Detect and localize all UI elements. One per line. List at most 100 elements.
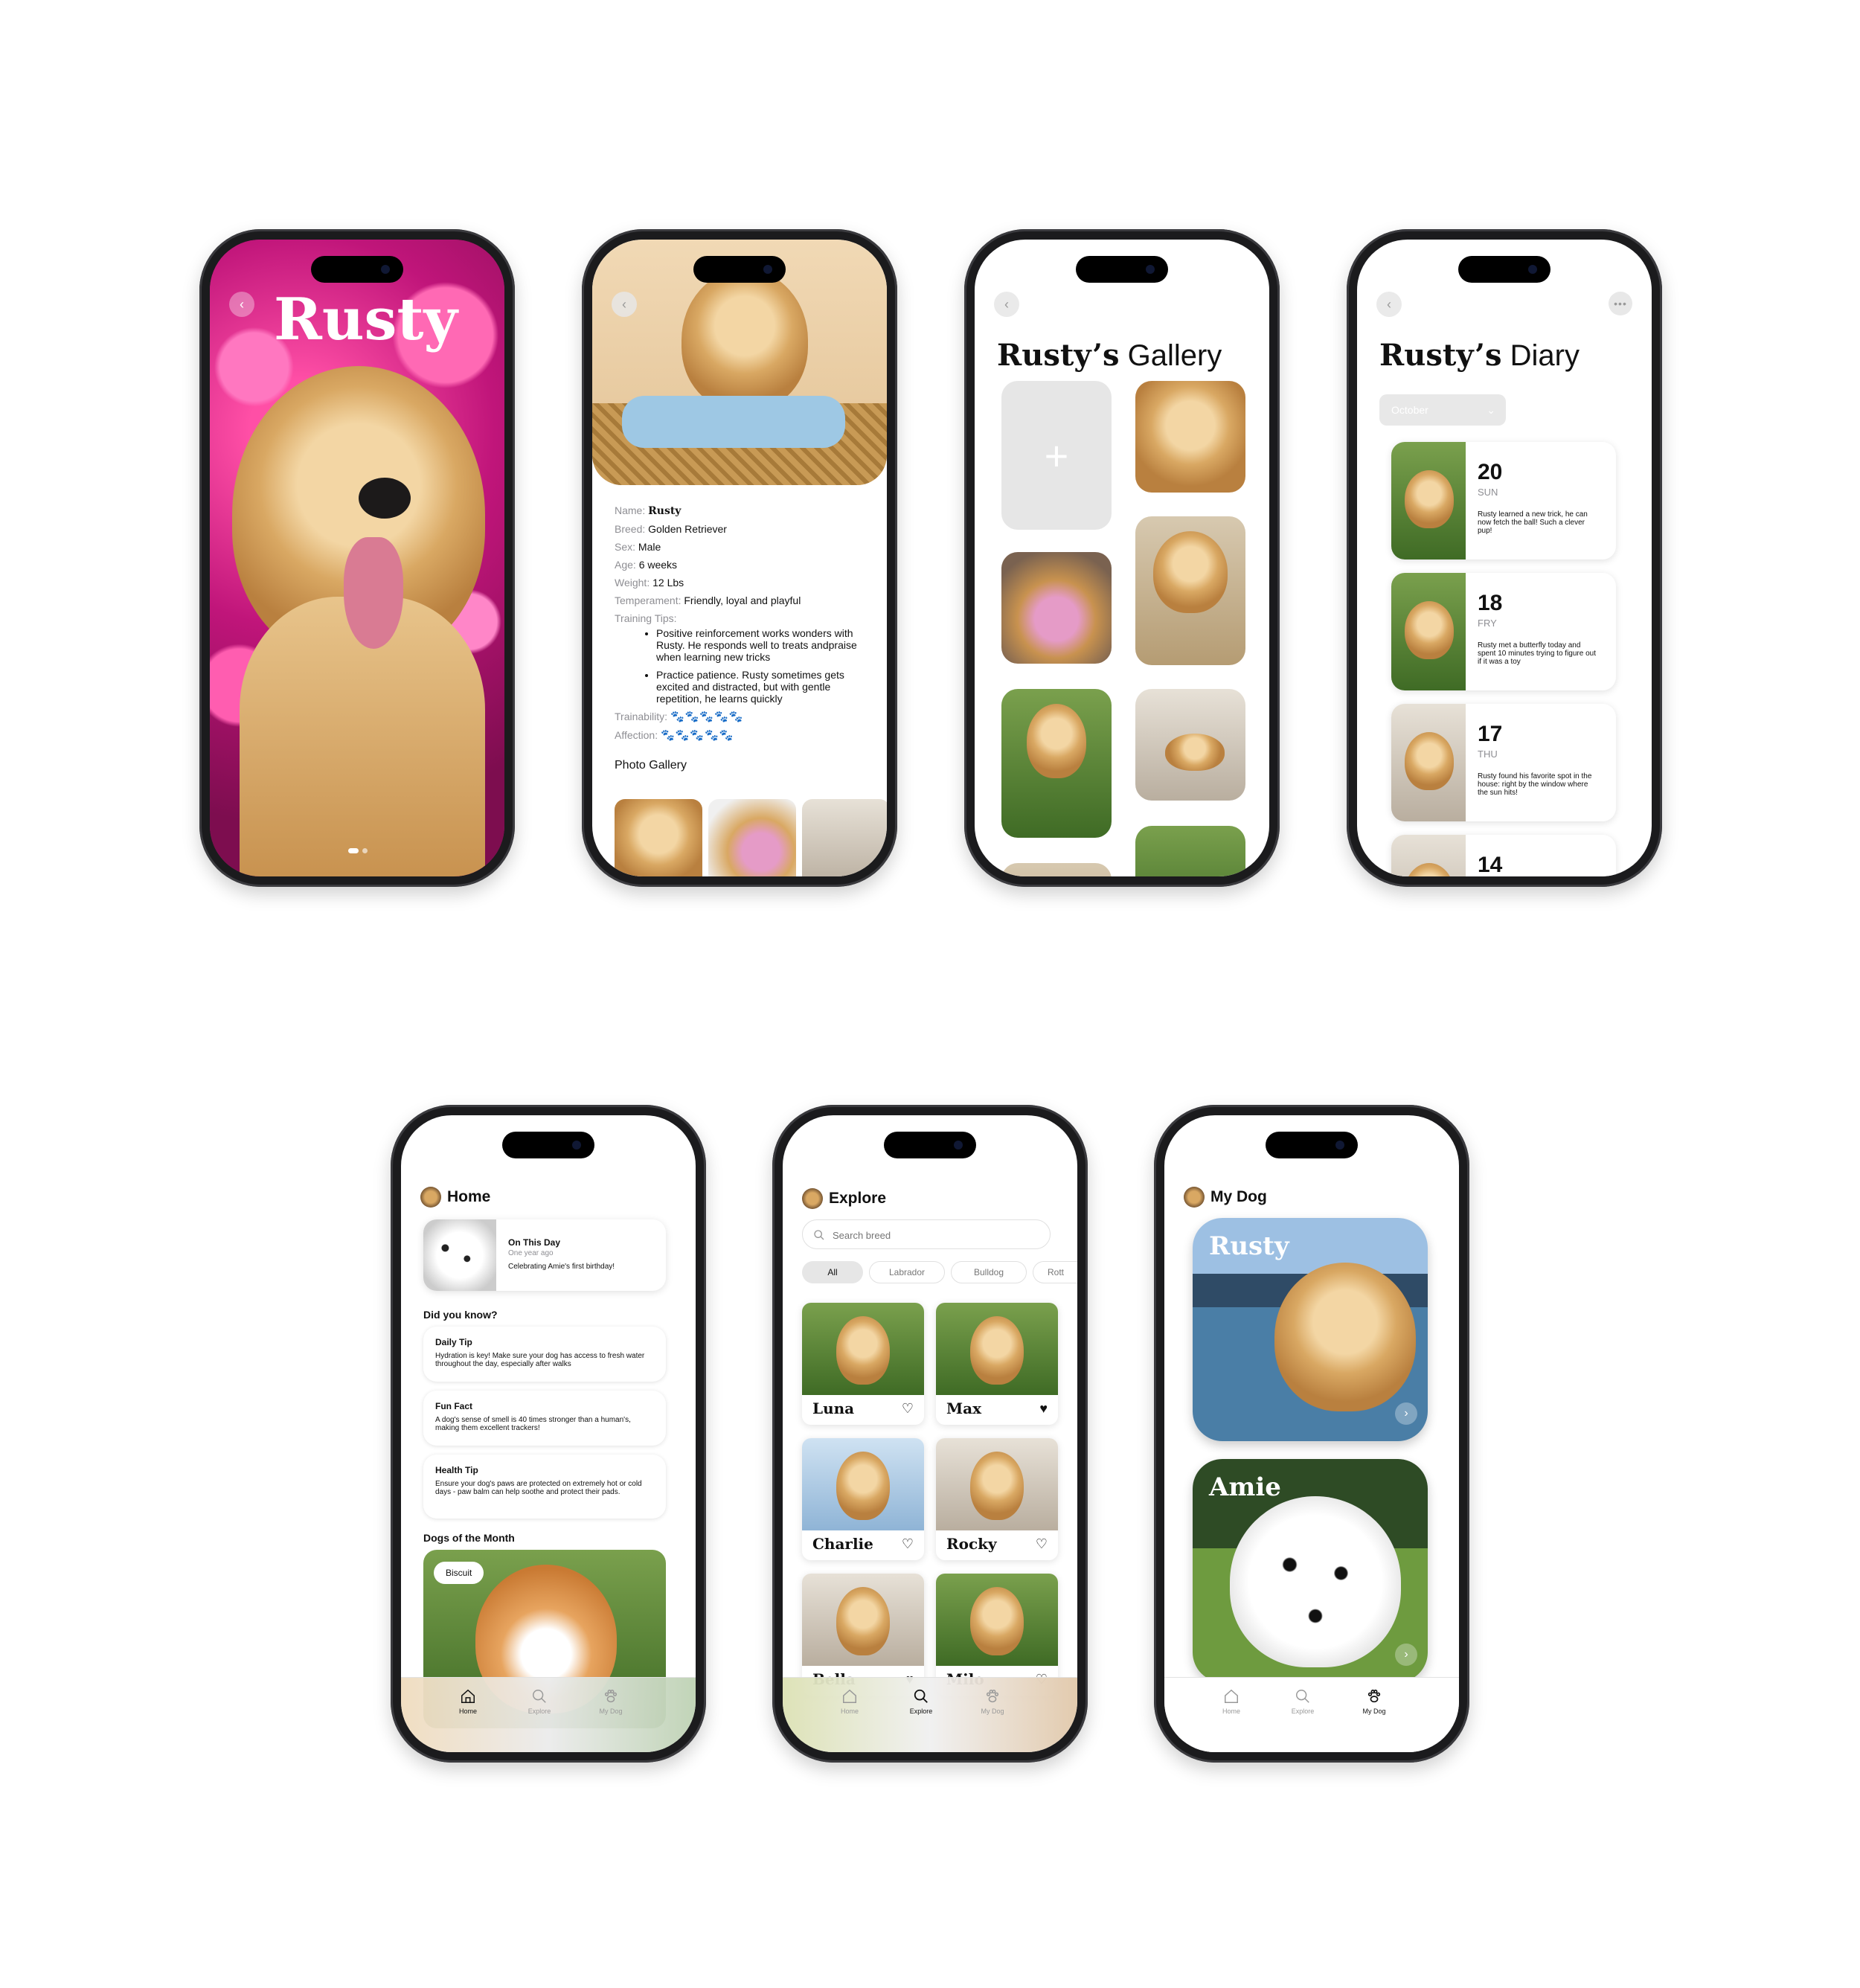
- tip-card[interactable]: Fun Fact A dog's sense of smell is 40 tim…: [423, 1391, 666, 1446]
- paw-rating-icons: 🐾🐾🐾🐾🐾: [661, 729, 734, 742]
- on-this-day-text: Celebrating Amie's first birthday!: [508, 1263, 615, 1271]
- tab-explore[interactable]: Explore: [1280, 1688, 1325, 1715]
- gallery-photo[interactable]: [1001, 863, 1112, 876]
- tab-bar: Home Explore My Dog: [401, 1677, 696, 1752]
- gallery-photo[interactable]: [1001, 689, 1112, 838]
- tab-home[interactable]: Home: [446, 1688, 490, 1715]
- diary-entry-text: Rusty met a butterfly today and spent 10…: [1478, 641, 1596, 666]
- chip-rott[interactable]: Rott: [1033, 1261, 1077, 1283]
- gallery-photo[interactable]: [1135, 826, 1245, 876]
- tip-title: Health Tip: [435, 1465, 478, 1475]
- chip-bulldog[interactable]: Bulldog: [951, 1261, 1027, 1283]
- gallery-photo[interactable]: [1001, 552, 1112, 664]
- blanket: [622, 396, 845, 448]
- more-options-icon[interactable]: •••: [1609, 292, 1632, 315]
- dog-photo: [802, 1574, 924, 1666]
- puppy-tongue: [344, 537, 403, 649]
- heart-filled-icon[interactable]: ♥: [1039, 1401, 1048, 1417]
- diary-entry-card[interactable]: 18 FRY Rusty met a butterfly today and spe…: [1391, 573, 1616, 690]
- diary-entry-day: 20: [1478, 460, 1503, 484]
- add-photo-button[interactable]: +: [1001, 381, 1112, 530]
- puppy-head: [682, 269, 808, 411]
- chevron-right-icon[interactable]: ›: [1395, 1644, 1417, 1666]
- dog-card[interactable]: Charlie ♡: [802, 1438, 924, 1560]
- gallery-photo[interactable]: [1135, 381, 1245, 493]
- page-dot: [362, 848, 368, 853]
- screen: Home On This Day One year ago Celebratin…: [401, 1115, 696, 1752]
- gallery-photo[interactable]: [1135, 689, 1245, 801]
- dog-card[interactable]: Rocky ♡: [936, 1438, 1058, 1560]
- dog-card-amie[interactable]: Amie ›: [1193, 1459, 1428, 1682]
- detail-name: Name: Rusty: [615, 504, 682, 517]
- dog-photo: [936, 1574, 1058, 1666]
- dynamic-island: [1458, 256, 1550, 283]
- dynamic-island: [693, 256, 786, 283]
- dog-name: Rocky: [946, 1535, 997, 1553]
- diary-entry-card[interactable]: 14MON: [1391, 835, 1616, 876]
- diary-entry-photo: [1391, 835, 1466, 876]
- diary-entry-day: 14: [1478, 853, 1503, 876]
- diary-entry-card[interactable]: 17 THU Rusty found his favorite spot in th…: [1391, 704, 1616, 821]
- phone-home: Home On This Day One year ago Celebratin…: [391, 1105, 706, 1763]
- home-icon: [843, 1689, 856, 1703]
- dog-card[interactable]: Luna ♡: [802, 1303, 924, 1425]
- breed-chips: All Labrador Bulldog Rott: [802, 1261, 1077, 1283]
- puppy: [1274, 1263, 1416, 1411]
- tab-explore[interactable]: Explore: [899, 1688, 943, 1715]
- tip-card[interactable]: Daily Tip Hydration is key! Make sure you…: [423, 1327, 666, 1382]
- puppy-nose: [359, 478, 411, 519]
- tab-my-dog[interactable]: My Dog: [589, 1688, 633, 1715]
- back-button[interactable]: ‹: [229, 292, 254, 317]
- gallery-thumb[interactable]: [802, 799, 887, 876]
- diary-entry-photo: [1391, 573, 1466, 690]
- diary-entry-day: 18: [1478, 591, 1503, 615]
- heart-icon[interactable]: ♡: [902, 1401, 914, 1417]
- diary-entry-photo: [1391, 442, 1466, 559]
- page-dot-active: [348, 848, 359, 853]
- diary-entry-card[interactable]: 20 SUN Rusty learned a new trick, he can n…: [1391, 442, 1616, 559]
- avatar[interactable]: [1184, 1187, 1205, 1208]
- on-this-day-card[interactable]: On This Day One year ago Celebrating Ami…: [423, 1219, 666, 1291]
- search-bar[interactable]: [802, 1219, 1051, 1249]
- tab-my-dog[interactable]: My Dog: [970, 1688, 1015, 1715]
- on-this-day-subtitle: One year ago: [508, 1249, 554, 1257]
- heart-icon[interactable]: ♡: [902, 1536, 914, 1552]
- on-this-day-title: On This Day: [508, 1237, 561, 1248]
- page-title: Rusty’s Gallery: [997, 338, 1222, 373]
- month-select[interactable]: October ⌄: [1379, 394, 1506, 426]
- tab-home[interactable]: Home: [1209, 1688, 1254, 1715]
- dog-card-rusty[interactable]: Rusty ›: [1193, 1218, 1428, 1441]
- dog-photo: [802, 1303, 924, 1395]
- search-icon: [1296, 1690, 1309, 1703]
- tab-bar: Home Explore My Dog: [783, 1677, 1077, 1752]
- puppy: [1405, 732, 1454, 790]
- search-input[interactable]: [831, 1227, 1035, 1243]
- tab-explore[interactable]: Explore: [517, 1688, 562, 1715]
- tip-text: Ensure your dog's paws are protected on …: [435, 1480, 642, 1496]
- back-button[interactable]: ‹: [1376, 292, 1402, 317]
- chip-all[interactable]: All: [802, 1261, 863, 1283]
- phone-rusty-diary: ‹ ••• Rusty’s Diary October ⌄ 20 SUN Rusty …: [1347, 229, 1662, 887]
- dog-name: Rusty: [1209, 1231, 1289, 1261]
- tip-card[interactable]: Health Tip Ensure your dog's paws are pro…: [423, 1455, 666, 1519]
- back-button[interactable]: ‹: [612, 292, 637, 317]
- avatar[interactable]: [420, 1187, 441, 1208]
- chevron-right-icon[interactable]: ›: [1395, 1402, 1417, 1425]
- detail-weight: Weight: 12 Lbs: [615, 577, 684, 589]
- detail-sex: Sex: Male: [615, 541, 661, 553]
- gallery-thumb[interactable]: [615, 799, 702, 876]
- dog-card[interactable]: Max ♥: [936, 1303, 1058, 1425]
- gallery-photo[interactable]: [1135, 516, 1245, 665]
- gallery-thumb[interactable]: [708, 799, 796, 876]
- heart-icon[interactable]: ♡: [1036, 1536, 1048, 1552]
- tab-my-dog[interactable]: My Dog: [1352, 1688, 1396, 1715]
- diary-entry-text: Rusty found his favorite spot in the hou…: [1478, 772, 1592, 797]
- search-icon: [814, 1230, 824, 1240]
- back-button[interactable]: ‹: [994, 292, 1019, 317]
- tab-home[interactable]: Home: [827, 1688, 872, 1715]
- dog: [836, 1316, 890, 1385]
- chip-labrador[interactable]: Labrador: [869, 1261, 945, 1283]
- avatar[interactable]: [802, 1188, 823, 1209]
- gallery-strip: [615, 799, 887, 876]
- tab-bar: Home Explore My Dog: [1164, 1677, 1459, 1752]
